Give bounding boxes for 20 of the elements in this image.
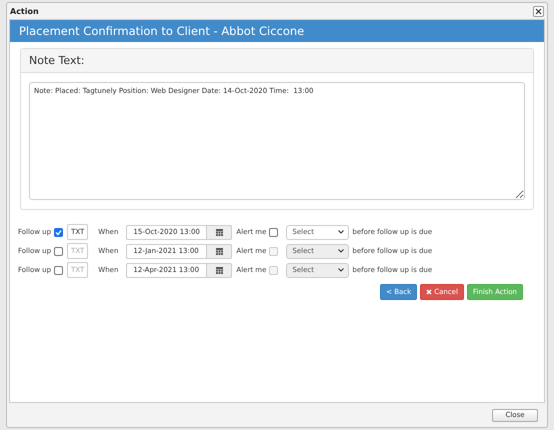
- alert-checkbox[interactable]: [269, 228, 278, 236]
- panel-heading: Note Text:: [21, 49, 533, 73]
- calendar-button[interactable]: [206, 224, 232, 240]
- check-icon: [55, 228, 62, 236]
- close-icon: [535, 8, 542, 14]
- calendar-icon: [216, 228, 223, 236]
- follow-up-checkbox[interactable]: [54, 228, 64, 236]
- cross-icon: [426, 289, 432, 295]
- dialog-header: Placement Confirmation to Client - Abbot Ciccone: [10, 20, 544, 42]
- follow-up-checkbox[interactable]: [54, 266, 64, 274]
- calendar-button[interactable]: [206, 262, 232, 278]
- calendar-button[interactable]: [206, 244, 232, 258]
- close-button[interactable]: [533, 6, 544, 16]
- calendar-icon: [216, 248, 223, 254]
- calendar-icon: [216, 266, 223, 274]
- window-title: Action: [10, 6, 39, 16]
- follow-up-checkbox[interactable]: [54, 246, 64, 256]
- chevron-down-icon: [338, 249, 344, 253]
- chevron-down-icon: [338, 268, 344, 272]
- chevron-down-icon: [338, 230, 344, 234]
